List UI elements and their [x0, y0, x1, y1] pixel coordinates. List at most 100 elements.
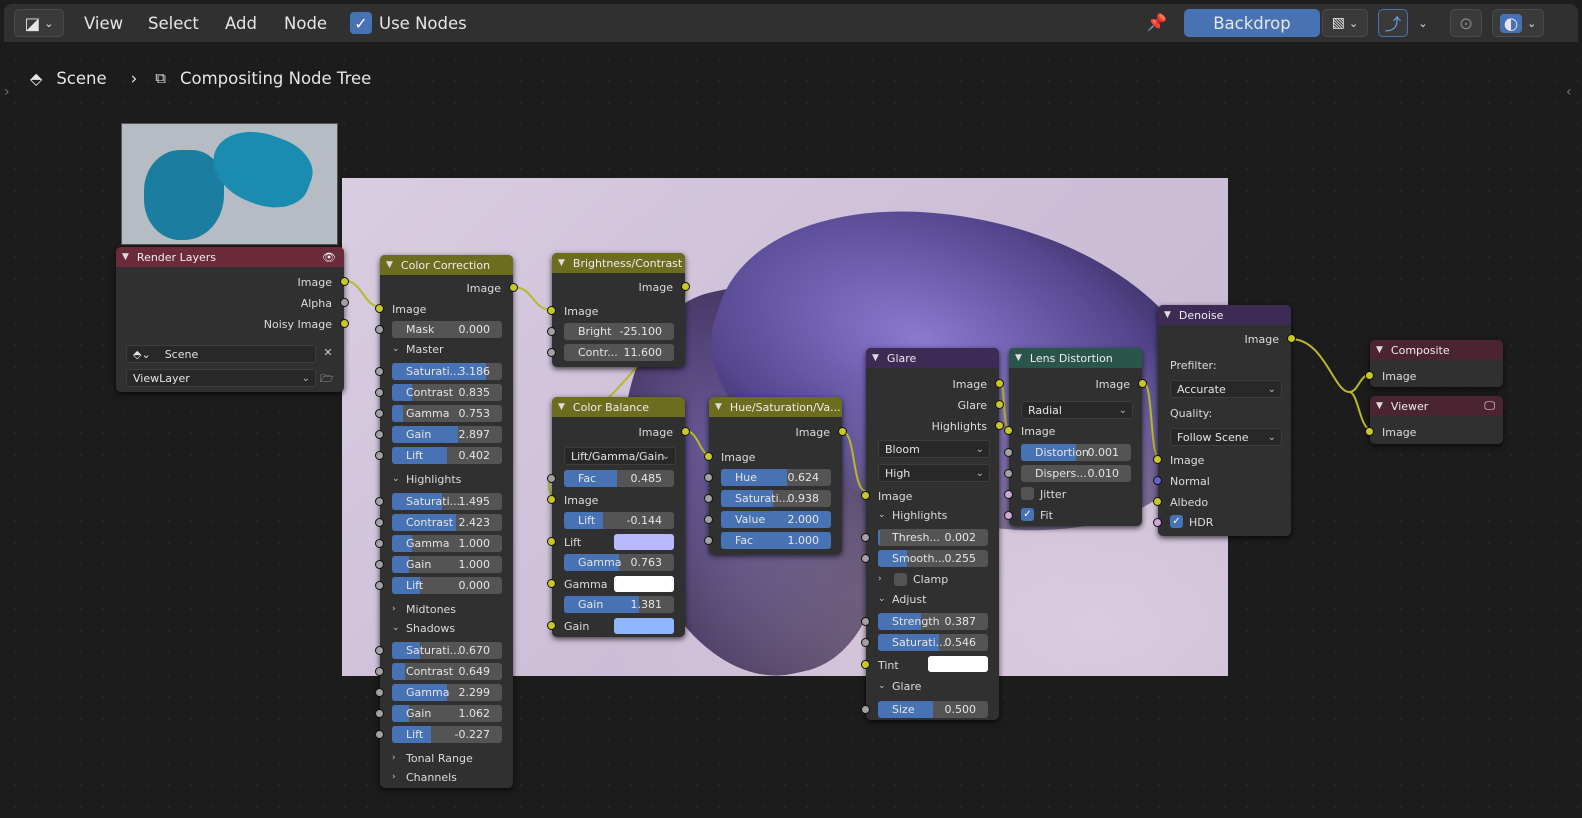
- mode-selector[interactable]: Lift/Gamma/Gain ⌄: [564, 447, 676, 465]
- brightness-contrast-node[interactable]: ▼ Brightness/Contrast Image Image Bright -…: [547, 253, 690, 367]
- value-field[interactable]: Lift -0.227: [392, 726, 502, 743]
- output-socket[interactable]: [838, 427, 847, 436]
- panel-adjust[interactable]: ⌄ Adjust: [878, 591, 926, 607]
- output-socket[interactable]: [340, 277, 349, 286]
- collapse-icon[interactable]: ▼: [1376, 401, 1383, 411]
- input-socket[interactable]: [704, 536, 713, 545]
- render-layers-node[interactable]: ▼ Render Layers 👁 Image Alpha Noisy Image …: [116, 247, 349, 392]
- input-socket[interactable]: [375, 539, 384, 548]
- input-socket[interactable]: [1004, 448, 1013, 457]
- input-socket[interactable]: [547, 537, 556, 546]
- input-socket[interactable]: [1365, 427, 1374, 436]
- browse-icon[interactable]: 🗁: [320, 370, 334, 389]
- value-field[interactable]: Saturati... 0.670: [392, 642, 502, 659]
- threshold-field[interactable]: Thresh... 0.002: [878, 529, 988, 546]
- input-socket[interactable]: [375, 730, 384, 739]
- input-socket[interactable]: [375, 430, 384, 439]
- panel-highlights[interactable]: ⌄ Highlights: [392, 471, 461, 487]
- gain-field[interactable]: Gain 1.381: [564, 596, 674, 613]
- collapse-icon[interactable]: ▼: [1164, 310, 1171, 320]
- output-socket[interactable]: [995, 400, 1004, 409]
- denoise-node[interactable]: ▼ Denoise Image Prefilter: Accurate ⌄ Qual…: [1153, 305, 1296, 536]
- menu-add[interactable]: Add: [215, 9, 267, 37]
- value-field[interactable]: Saturati... 0.938: [721, 490, 831, 507]
- distortion-field[interactable]: Distortion 0.001: [1021, 444, 1131, 461]
- input-socket[interactable]: [375, 646, 384, 655]
- input-socket[interactable]: [375, 451, 384, 460]
- panel-highlights[interactable]: ⌄ Highlights: [878, 507, 947, 523]
- panel-master[interactable]: ⌄ Master: [392, 341, 444, 357]
- quality-selector[interactable]: High ⌄: [878, 464, 990, 482]
- pin-icon[interactable]: 📌: [1144, 9, 1170, 37]
- value-field[interactable]: Contrast 0.649: [392, 663, 502, 680]
- saturation-field[interactable]: Saturati... 0.546: [878, 634, 988, 651]
- input-socket[interactable]: [1004, 469, 1013, 478]
- output-socket[interactable]: [995, 379, 1004, 388]
- dispersion-field[interactable]: Dispers... 0.010: [1021, 465, 1131, 482]
- input-socket[interactable]: [861, 638, 870, 647]
- smoothness-field[interactable]: Smooth... 0.255: [878, 550, 988, 567]
- input-socket[interactable]: [375, 688, 384, 697]
- value-field[interactable]: Contrast 2.423: [392, 514, 502, 531]
- eye-icon[interactable]: 👁: [322, 251, 336, 264]
- value-field[interactable]: Gamma 1.000: [392, 535, 502, 552]
- input-socket[interactable]: [375, 409, 384, 418]
- output-socket[interactable]: [509, 283, 518, 292]
- strength-field[interactable]: Strength 0.387: [878, 613, 988, 630]
- gain-color-swatch[interactable]: [614, 618, 674, 634]
- input-socket[interactable]: [861, 705, 870, 714]
- color-correction-node[interactable]: ▼ Color Correction Image Image Mask 0.000 …: [375, 255, 518, 788]
- panel-midtones[interactable]: › Midtones: [392, 601, 456, 617]
- output-socket[interactable]: [995, 421, 1004, 430]
- hue-saturation-node[interactable]: ▼ Hue/Saturation/Va... Image Image Hue 0.6…: [704, 397, 847, 554]
- input-socket[interactable]: [1153, 518, 1162, 527]
- panel-clamp[interactable]: › Clamp: [878, 571, 948, 587]
- mask-field[interactable]: Mask 0.000: [392, 321, 502, 338]
- view-layer-selector[interactable]: ViewLayer ⌄: [126, 369, 316, 387]
- input-socket[interactable]: [1365, 371, 1374, 380]
- collapse-icon[interactable]: ▼: [386, 260, 393, 270]
- clamp-checkbox[interactable]: [894, 572, 907, 586]
- value-field[interactable]: Gamma 2.299: [392, 684, 502, 701]
- value-field[interactable]: Gain 1.062: [392, 705, 502, 722]
- input-socket[interactable]: [375, 518, 384, 527]
- panel-shadows[interactable]: ⌄ Shadows: [392, 620, 455, 636]
- menu-view[interactable]: View: [74, 9, 133, 37]
- gizmo-icon[interactable]: ⤴: [1378, 9, 1408, 37]
- size-field[interactable]: Size 0.500: [878, 701, 988, 718]
- contrast-field[interactable]: Contr... 11.600: [564, 344, 674, 361]
- input-socket[interactable]: [375, 560, 384, 569]
- fit-checkbox[interactable]: ✓: [1021, 508, 1034, 521]
- input-socket[interactable]: [547, 306, 556, 315]
- hdr-checkbox[interactable]: ✓: [1170, 515, 1183, 528]
- value-field[interactable]: Gain 1.000: [392, 556, 502, 573]
- input-socket[interactable]: [375, 367, 384, 376]
- input-socket[interactable]: [704, 494, 713, 503]
- value-field[interactable]: Gain 2.897: [392, 426, 502, 443]
- lift-color-swatch[interactable]: [614, 534, 674, 550]
- input-socket[interactable]: [375, 497, 384, 506]
- collapse-icon[interactable]: ▼: [558, 402, 565, 412]
- input-socket[interactable]: [704, 515, 713, 524]
- collapse-icon[interactable]: ▼: [558, 258, 565, 268]
- lens-distortion-node[interactable]: ▼ Lens Distortion Image Radial ⌄ Image Dis…: [1004, 348, 1147, 526]
- editor-type-button[interactable]: ◪ ⌄: [14, 9, 64, 37]
- toolbar-expand-icon[interactable]: ›: [4, 84, 10, 100]
- output-socket[interactable]: [681, 282, 690, 291]
- input-socket[interactable]: [861, 491, 870, 500]
- input-socket[interactable]: [1004, 490, 1013, 499]
- sidebar-expand-icon[interactable]: ‹: [1566, 84, 1572, 100]
- use-nodes-toggle[interactable]: ✓ Use Nodes: [350, 9, 467, 37]
- input-socket[interactable]: [375, 581, 384, 590]
- backdrop-channels-dropdown[interactable]: ▧ ⌄: [1322, 9, 1368, 37]
- input-socket[interactable]: [547, 621, 556, 630]
- snap-icon[interactable]: ⊙: [1450, 9, 1482, 37]
- input-socket[interactable]: [704, 473, 713, 482]
- color-balance-node[interactable]: ▼ Color Balance Image Lift/Gamma/Gain ⌄ Fa…: [547, 397, 690, 637]
- value-field[interactable]: Value 2.000: [721, 511, 831, 528]
- value-field[interactable]: Hue 0.624: [721, 469, 831, 486]
- input-socket[interactable]: [547, 348, 556, 357]
- close-icon[interactable]: ✕: [320, 346, 336, 362]
- output-socket[interactable]: [1138, 379, 1147, 388]
- value-field[interactable]: Fac 1.000: [721, 532, 831, 549]
